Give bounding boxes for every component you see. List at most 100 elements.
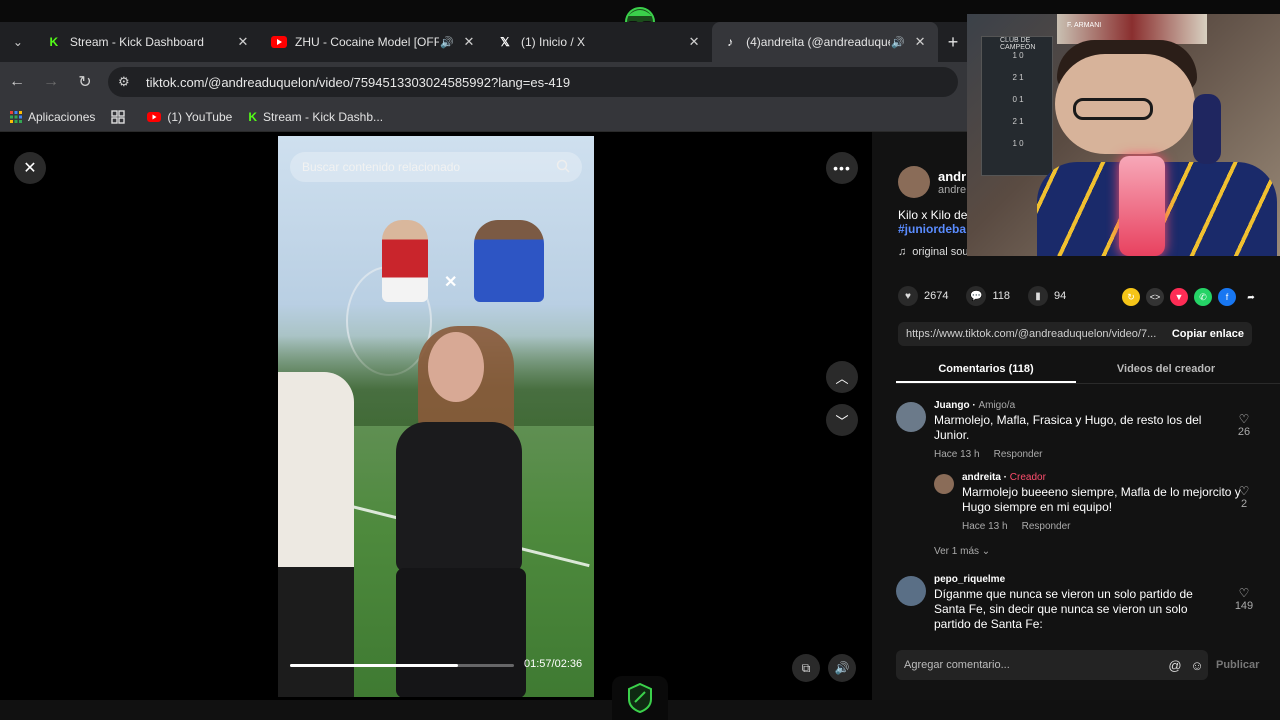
- video-progress-bar[interactable]: [290, 664, 514, 667]
- related-search-input[interactable]: Buscar contenido relacionado: [290, 152, 582, 182]
- close-icon[interactable]: ✕: [14, 152, 46, 184]
- tab-title: Stream - Kick Dashboard: [69, 35, 204, 49]
- tab-youtube-zhu[interactable]: ZHU - Cocaine Model [OFFICIAL 🔊 ✕: [261, 22, 487, 62]
- tab-comments[interactable]: Comentarios (118): [896, 358, 1076, 383]
- share-arrow-icon[interactable]: ➦: [1242, 288, 1260, 306]
- new-tab-icon[interactable]: +: [938, 22, 968, 62]
- volume-icon[interactable]: 🔊: [828, 654, 856, 682]
- close-tab-icon[interactable]: ✕: [912, 34, 928, 50]
- comment-icon: 💬: [966, 286, 987, 306]
- comment-placeholder: Agregar comentario...: [904, 659, 1010, 671]
- save-button[interactable]: ▮ 94: [1028, 286, 1066, 306]
- more-options-icon[interactable]: •••: [826, 152, 858, 184]
- browser-toolbar: ← → ↻ ⚙ tiktok.com/@andreaduquelon/video…: [0, 62, 968, 102]
- bookmark-apps[interactable]: Aplicaciones: [10, 110, 95, 124]
- comment-like-button[interactable]: ♡ 149: [1232, 586, 1256, 612]
- streamer-webcam: CLUB DE CAMPEÓN 1 0 2 1 0 1 2 1 1 0 F. A…: [967, 14, 1280, 256]
- music-note-icon: ♫: [898, 246, 907, 258]
- comment-author[interactable]: andreita: [962, 472, 1001, 483]
- comment-like-button[interactable]: ♡ 2: [1232, 484, 1256, 510]
- floating-player-icon[interactable]: ⧉: [792, 654, 820, 682]
- avatar[interactable]: [934, 474, 954, 494]
- comment-count: 118: [992, 290, 1011, 302]
- reload-icon[interactable]: ↻: [68, 65, 102, 99]
- score-row: 0 1: [1012, 95, 1024, 104]
- comment-author[interactable]: pepo_riquelme: [934, 574, 1005, 585]
- speaker-icon[interactable]: 🔊: [890, 34, 906, 50]
- author-block[interactable]: andr andre: [898, 166, 966, 198]
- bookmark-grid[interactable]: [111, 109, 131, 124]
- address-bar[interactable]: ⚙ tiktok.com/@andreaduquelon/video/75945…: [108, 67, 958, 97]
- speaker-icon[interactable]: 🔊: [439, 34, 455, 50]
- site-settings-icon[interactable]: ⚙: [118, 74, 138, 90]
- person-white-shirt: [278, 372, 354, 697]
- comment-button[interactable]: 💬 118: [966, 286, 1010, 306]
- video-player[interactable]: ✕ Buscar contenido relacionado 01:57/02:…: [278, 136, 594, 697]
- author-handle: andre: [938, 183, 967, 196]
- search-icon[interactable]: [556, 159, 570, 176]
- avatar[interactable]: [898, 166, 930, 198]
- score-row: 2 1: [1012, 73, 1024, 82]
- comment-composer: Agregar comentario... @ ☺ Publicar: [896, 650, 1280, 680]
- kick-icon: K: [248, 109, 257, 124]
- creator-badge: Creador: [1009, 472, 1046, 483]
- glasses: [1073, 98, 1153, 120]
- bookmark-kick[interactable]: K Stream - Kick Dashb...: [248, 110, 383, 124]
- copy-link-button[interactable]: Copiar enlace: [1164, 328, 1252, 340]
- player-photo-red-jersey: [382, 220, 428, 302]
- avatar[interactable]: [896, 402, 926, 432]
- tab-title: (1) Inicio / X: [520, 35, 586, 49]
- youtube-icon: [147, 111, 162, 122]
- bookmark-youtube[interactable]: (1) YouTube: [147, 110, 232, 124]
- share-url: https://www.tiktok.com/@andreaduquelon/v…: [906, 328, 1157, 340]
- tab-kick-dashboard[interactable]: K Stream - Kick Dashboard ✕: [36, 22, 261, 62]
- reply-button[interactable]: Responder: [994, 449, 1043, 460]
- back-arrow-icon[interactable]: ←: [0, 65, 34, 99]
- mention-icon[interactable]: @: [1164, 658, 1186, 673]
- next-video-chevron-down-icon[interactable]: ﹀: [826, 404, 858, 436]
- like-button[interactable]: ♥ 2674: [898, 286, 948, 306]
- player-photo-blue-jacket: [474, 220, 544, 302]
- comment-like-count: 26: [1237, 426, 1251, 438]
- apps-grid-icon: [10, 110, 22, 123]
- tab-creator-videos[interactable]: Videos del creador: [1076, 358, 1256, 383]
- comment-time: Hace 13 h: [934, 449, 980, 460]
- avatar[interactable]: [896, 576, 926, 606]
- score-row: 1 0: [1012, 51, 1024, 60]
- bookmarks-bar: Aplicaciones (1) YouTube K Stream - Kick…: [0, 102, 968, 132]
- tab-title: ZHU - Cocaine Model [OFFICIAL: [294, 35, 439, 49]
- whatsapp-icon[interactable]: ✆: [1194, 288, 1212, 306]
- reply-button[interactable]: Responder: [1022, 521, 1071, 532]
- tab-x-inicio[interactable]: 𝕏 (1) Inicio / X ✕: [487, 22, 712, 62]
- tab-tiktok-andreita[interactable]: ♪ (4)andreita (@andreaduquelon 🔊 ✕: [712, 22, 939, 62]
- send-icon[interactable]: ▼: [1170, 288, 1188, 306]
- comment-time: Hace 13 h: [962, 521, 1008, 532]
- tab-title: (4)andreita (@andreaduquelon: [746, 35, 890, 49]
- engagement-stats: ♥ 2674 💬 118 ▮ 94: [898, 286, 1084, 306]
- embed-code-icon[interactable]: <>: [1146, 288, 1164, 306]
- close-tab-icon[interactable]: ✕: [235, 34, 251, 50]
- view-more-replies[interactable]: Ver 1 más ⌄: [934, 546, 990, 557]
- close-tab-icon[interactable]: ✕: [461, 34, 477, 50]
- versus-x-icon: ✕: [444, 274, 458, 291]
- facebook-icon[interactable]: f: [1218, 288, 1236, 306]
- tab-search-chevron-icon[interactable]: ⌄: [0, 22, 36, 62]
- share-url-box: https://www.tiktok.com/@andreaduquelon/v…: [898, 322, 1252, 346]
- comment-author[interactable]: Juango: [934, 400, 970, 411]
- close-tab-icon[interactable]: ✕: [686, 34, 702, 50]
- comment-like-button[interactable]: ♡ 26: [1232, 412, 1256, 438]
- repost-icon[interactable]: ↻: [1122, 288, 1140, 306]
- author-name[interactable]: andr: [938, 169, 966, 184]
- microphone: [1119, 156, 1165, 256]
- comment-tabs: Comentarios (118) Videos del creador: [896, 358, 1280, 384]
- comment-text: Marmolejo, Mafla, Frasica y Hugo, de res…: [934, 413, 1202, 442]
- emoji-icon[interactable]: ☺: [1186, 658, 1208, 673]
- comment-input[interactable]: Agregar comentario... @ ☺: [896, 650, 1208, 680]
- forward-arrow-icon[interactable]: →: [34, 65, 68, 99]
- youtube-icon: [270, 34, 287, 50]
- comment-text: Díganme que nunca se vieron un solo part…: [934, 587, 1193, 631]
- previous-video-chevron-up-icon[interactable]: ︿: [826, 361, 858, 393]
- heart-outline-icon: ♡: [1238, 484, 1250, 498]
- publish-button[interactable]: Publicar: [1216, 659, 1259, 671]
- score-row: 1 0: [1012, 139, 1024, 148]
